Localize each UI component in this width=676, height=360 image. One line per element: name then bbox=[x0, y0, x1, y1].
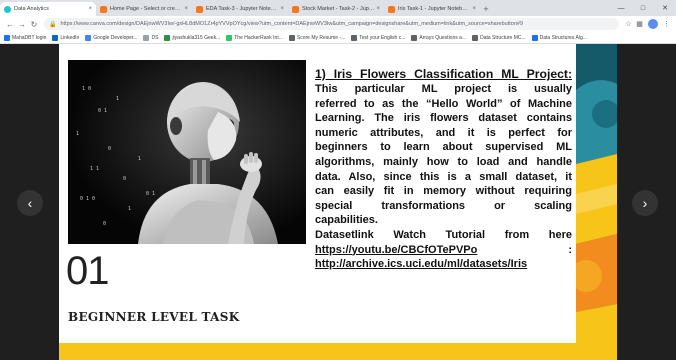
close-window-icon[interactable]: ✕ bbox=[654, 0, 676, 16]
tab-eda-task[interactable]: EDA Task-3 - Jupyter Notebook × bbox=[192, 2, 288, 16]
maximize-icon[interactable]: □ bbox=[632, 0, 654, 16]
bookmark-icon bbox=[472, 34, 479, 41]
description-line: Learning. The iris flowers dataset conta… bbox=[315, 112, 572, 125]
tab-title: Home Page - Select or create a... bbox=[110, 6, 183, 12]
slide: 1 0 0 1 1 0 1 1 0 0 1 0 1 0 1 0 1 1 01 BEGINNER … bbox=[59, 44, 617, 360]
bookmark-item[interactable]: DS bbox=[143, 34, 158, 41]
description-line: special transformations or scaling bbox=[315, 199, 572, 212]
svg-text:1: 1 bbox=[128, 206, 131, 212]
previous-slide-button[interactable]: ‹ bbox=[17, 190, 43, 216]
google-icon bbox=[85, 34, 92, 41]
svg-text:0: 0 bbox=[103, 221, 106, 227]
forward-icon[interactable]: → bbox=[16, 18, 28, 30]
description-line: referred to as the “Hello World” of Mach… bbox=[315, 97, 572, 110]
close-tab-icon[interactable]: × bbox=[184, 6, 188, 12]
description-line: data. Also, since this is a small datase… bbox=[315, 170, 572, 183]
bookmark-item[interactable]: The HackerRank Int... bbox=[226, 34, 283, 41]
bookmark-item[interactable]: MahaDBT login bbox=[4, 34, 46, 41]
next-slide-button[interactable]: › bbox=[632, 190, 658, 216]
decorative-pattern bbox=[576, 44, 617, 360]
slide-footer-bar bbox=[59, 343, 617, 360]
slide-number: 01 bbox=[66, 249, 109, 293]
url-text: https://www.canva.com/design/DAEjnwWV3Iw… bbox=[60, 21, 524, 27]
menu-icon[interactable]: ⋮ bbox=[661, 19, 672, 30]
geeks-icon bbox=[164, 34, 171, 41]
description-line: can easily fit in memory without requiri… bbox=[315, 185, 572, 198]
svg-text:1: 1 bbox=[76, 131, 79, 137]
jupyter-favicon-icon bbox=[100, 5, 107, 13]
svg-text:0 1 0: 0 1 0 bbox=[80, 196, 95, 202]
presentation-viewer: 1 0 0 1 1 0 1 1 0 0 1 0 1 0 1 0 1 1 01 BEGINNER … bbox=[0, 44, 676, 360]
description-line: This particular ML project is usually bbox=[315, 83, 572, 95]
svg-text:0: 0 bbox=[108, 146, 111, 152]
tab-home-page[interactable]: Home Page - Select or create a... × bbox=[96, 2, 192, 16]
dataset-link[interactable]: http://archive.ics.uci.edu/ml/datasets/I… bbox=[315, 257, 572, 272]
bookmark-item[interactable]: Google Developer... bbox=[85, 34, 137, 41]
description-line: numeric attributes, and it is perfect fo… bbox=[315, 126, 572, 139]
close-tab-icon[interactable]: × bbox=[280, 6, 284, 12]
hackerrank-icon bbox=[226, 34, 233, 41]
bookmark-item[interactable]: Data Structures Alg... bbox=[531, 34, 587, 41]
project-title: 1) Iris Flowers Classification ML Projec… bbox=[315, 67, 572, 81]
robot-image: 1 0 0 1 1 0 1 1 0 0 1 0 1 0 1 0 1 1 bbox=[68, 60, 306, 244]
youtube-link-line: https://youtu.be/CBCfOTePVPo : bbox=[315, 243, 572, 258]
svg-text:0 1: 0 1 bbox=[98, 108, 107, 114]
new-tab-button[interactable]: + bbox=[480, 2, 492, 16]
description-line: algorithms, mainly how to load and handl… bbox=[315, 155, 572, 168]
back-icon[interactable]: ← bbox=[4, 18, 16, 30]
close-tab-icon[interactable]: × bbox=[88, 6, 92, 12]
svg-text:0: 0 bbox=[123, 176, 126, 182]
task-level-label: BEGINNER LEVEL TASK bbox=[68, 310, 240, 324]
tab-title: Iris Task-1 - Jupyter Notebook bbox=[398, 6, 471, 12]
tab-title: EDA Task-3 - Jupyter Notebook bbox=[206, 6, 279, 12]
svg-text:0 1: 0 1 bbox=[146, 191, 155, 197]
bookmark-icon bbox=[531, 34, 538, 41]
avatar[interactable] bbox=[648, 19, 658, 29]
jupyter-favicon-icon bbox=[292, 5, 299, 13]
tab-iris-task[interactable]: Iris Task-1 - Jupyter Notebook × bbox=[384, 2, 480, 16]
bookmark-item[interactable]: Arrays Questions a... bbox=[411, 34, 466, 41]
bookmark-item[interactable]: jiyashukla315 Geek... bbox=[164, 34, 220, 41]
project-description: 1) Iris Flowers Classification ML Projec… bbox=[315, 67, 572, 272]
colon: : bbox=[568, 243, 572, 256]
tab-data-analytics[interactable]: Data Analytics × bbox=[0, 2, 96, 16]
bookmark-item[interactable]: LinkedIn bbox=[52, 34, 79, 41]
linkedin-icon bbox=[52, 34, 59, 41]
close-tab-icon[interactable]: × bbox=[472, 6, 476, 12]
svg-text:1: 1 bbox=[138, 156, 141, 162]
folder-icon bbox=[143, 34, 150, 41]
bookmark-icon bbox=[288, 34, 295, 41]
reload-icon[interactable]: ↻ bbox=[28, 18, 40, 30]
description-line: beginners to learn about supervised ML bbox=[315, 141, 572, 154]
tab-title: Data Analytics bbox=[14, 6, 49, 12]
tab-stock-market[interactable]: Stock Market - Task-2 - Jupyter N... × bbox=[288, 2, 384, 16]
dataset-line: Datasetlink Watch Tutorial from here bbox=[315, 228, 572, 241]
svg-text:1: 1 bbox=[116, 96, 119, 102]
address-bar[interactable]: 🔒 https://www.canva.com/design/DAEjnwWV3… bbox=[44, 18, 619, 30]
bookmark-icon bbox=[411, 34, 418, 41]
youtube-link[interactable]: https://youtu.be/CBCfOTePVPo bbox=[315, 244, 477, 256]
minimize-icon[interactable]: — bbox=[610, 0, 632, 16]
browser-toolbar: ← → ↻ 🔒 https://www.canva.com/design/DAE… bbox=[0, 16, 676, 32]
svg-text:1 1: 1 1 bbox=[90, 166, 99, 172]
extensions-icon[interactable]: ▦ bbox=[634, 19, 645, 30]
bookmark-item[interactable]: Data Structure MC... bbox=[472, 34, 526, 41]
svg-text:1 0: 1 0 bbox=[82, 86, 91, 92]
jupyter-favicon-icon bbox=[196, 5, 203, 13]
bookmark-icon bbox=[4, 34, 10, 41]
robot-illustration: 1 0 0 1 1 0 1 1 0 0 1 0 1 0 1 0 1 1 bbox=[68, 60, 306, 244]
description-line: capabilities. bbox=[315, 214, 378, 227]
star-icon[interactable]: ☆ bbox=[623, 19, 634, 30]
bookmark-item[interactable]: Score My Resume -... bbox=[288, 34, 345, 41]
canva-favicon-icon bbox=[4, 5, 11, 13]
jupyter-favicon-icon bbox=[388, 5, 395, 13]
window-controls: — □ ✕ bbox=[610, 0, 676, 16]
tab-strip: Data Analytics × Home Page - Select or c… bbox=[0, 0, 676, 16]
bookmark-icon bbox=[351, 34, 358, 41]
tab-title: Stock Market - Task-2 - Jupyter N... bbox=[302, 6, 374, 12]
close-tab-icon[interactable]: × bbox=[376, 6, 380, 12]
bookmark-item[interactable]: Test your English c... bbox=[351, 34, 405, 41]
lock-icon: 🔒 bbox=[49, 21, 57, 28]
bookmarks-bar: MahaDBT login LinkedIn Google Developer.… bbox=[0, 32, 676, 44]
